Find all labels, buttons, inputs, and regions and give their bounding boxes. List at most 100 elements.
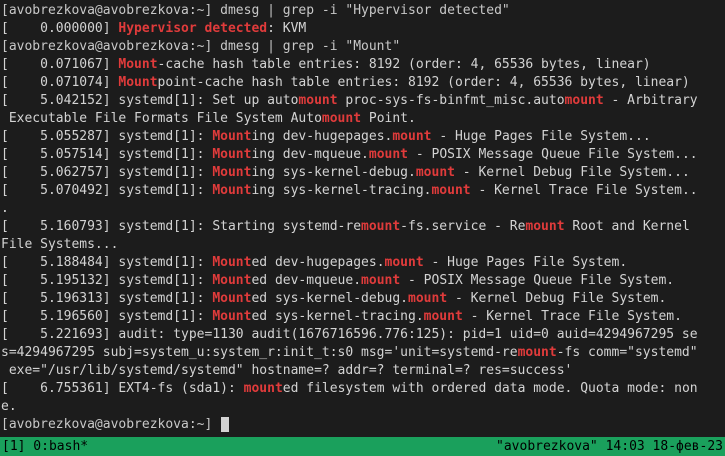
output-text: -fs.service - Re bbox=[400, 219, 526, 234]
output-text: [ 5.070492] systemd[1]: bbox=[1, 183, 213, 198]
shell-prompt: [avobrezkova@avobrezkova:~] bbox=[1, 417, 221, 432]
grep-match: mount bbox=[564, 93, 604, 108]
output-text: ed sys-kernel-tracing. bbox=[251, 309, 424, 324]
grep-match: mount bbox=[321, 111, 362, 126]
terminal-line: [ 0.071067] Mount-cache hash table entri… bbox=[0, 56, 725, 74]
output-text: - Arbitrary bbox=[603, 93, 698, 108]
terminal-line: [ 5.057514] systemd[1]: Mounting dev-mqu… bbox=[0, 146, 725, 164]
output-text: ing dev-mqueue. bbox=[251, 147, 369, 162]
terminal-line: [ 5.062757] systemd[1]: Mounting sys-ker… bbox=[0, 164, 725, 182]
output-text: Root and Kernel bbox=[564, 219, 690, 234]
output-text: [ 5.221693] audit: type=1130 audit(16767… bbox=[1, 327, 698, 342]
output-text: [ 5.057514] systemd[1]: bbox=[1, 147, 213, 162]
grep-match: Mount bbox=[212, 255, 252, 270]
grep-match: mount bbox=[368, 147, 409, 162]
output-text: - POSIX Message Queue File System... bbox=[408, 147, 698, 162]
output-text: [ 6.755361] EXT4-fs (sda1): bbox=[1, 381, 244, 396]
output-text: -fs comm="systemd" bbox=[556, 345, 698, 360]
terminal-line: [avobrezkova@avobrezkova:~] dmesg | grep… bbox=[0, 2, 725, 20]
terminal-output: [avobrezkova@avobrezkova:~] dmesg | grep… bbox=[0, 0, 725, 434]
tmux-window-list[interactable]: [1] 0:bash* bbox=[2, 437, 88, 456]
shell-prompt: [avobrezkova@avobrezkova:~] dmesg | grep… bbox=[1, 39, 401, 54]
output-text: [ 0.000000] bbox=[1, 21, 119, 36]
grep-match: mount bbox=[423, 309, 463, 324]
output-text: s=4294967295 subj=system_u:system_r:init… bbox=[1, 345, 518, 360]
grep-match: mount bbox=[517, 345, 557, 360]
terminal-line: . bbox=[0, 200, 725, 218]
output-text: [ 5.196313] systemd[1]: bbox=[1, 291, 213, 306]
tmux-status-bar: [1] 0:bash* "avobrezkova" 14:03 18-фев-2… bbox=[0, 437, 725, 456]
terminal-line: File Systems... bbox=[0, 236, 725, 254]
grep-match: Mount bbox=[118, 75, 158, 90]
grep-match: Mount bbox=[212, 165, 252, 180]
grep-match: Mount bbox=[212, 273, 252, 288]
grep-match: mount bbox=[431, 183, 471, 198]
shell-prompt: [avobrezkova@avobrezkova:~] dmesg | grep… bbox=[1, 3, 510, 18]
output-text: [ 5.195132] systemd[1]: bbox=[1, 273, 213, 288]
terminal-line: [ 6.755361] EXT4-fs (sda1): mounted file… bbox=[0, 380, 725, 398]
output-text: Executable File Formats File System Auto bbox=[1, 111, 322, 126]
cursor bbox=[221, 417, 230, 432]
output-text: - POSIX Message Queue File System. bbox=[400, 273, 675, 288]
terminal-line: Executable File Formats File System Auto… bbox=[0, 110, 725, 128]
output-text: ed sys-kernel-debug. bbox=[251, 291, 409, 306]
output-text: - Kernel Trace File System.. bbox=[470, 183, 698, 198]
grep-match: Mount bbox=[212, 147, 252, 162]
grep-match: mount bbox=[243, 381, 283, 396]
terminal-line: [ 0.071074] Mountpoint-cache hash table … bbox=[0, 74, 725, 92]
output-text: ed dev-mqueue. bbox=[251, 273, 362, 288]
grep-match: mount bbox=[525, 219, 565, 234]
output-text: [ 0.071074] bbox=[1, 75, 119, 90]
output-text: : KVM bbox=[267, 21, 307, 36]
output-text: ed dev-hugepages. bbox=[251, 255, 385, 270]
terminal-line: [avobrezkova@avobrezkova:~] dmesg | grep… bbox=[0, 38, 725, 56]
grep-match: Mount bbox=[212, 309, 252, 324]
output-text: ing dev-hugepages. bbox=[251, 129, 393, 144]
output-text: point-cache hash table entries: 8192 (or… bbox=[157, 75, 690, 90]
output-text: File Systems... bbox=[1, 237, 119, 252]
output-text: [ 5.055287] systemd[1]: bbox=[1, 129, 213, 144]
terminal-window[interactable]: [avobrezkova@avobrezkova:~] dmesg | grep… bbox=[0, 0, 725, 456]
output-text: [ 5.042152] systemd[1]: Set up auto bbox=[1, 93, 299, 108]
output-text: [ 5.188484] systemd[1]: bbox=[1, 255, 213, 270]
output-text: [ 5.160793] systemd[1]: Starting systemd… bbox=[1, 219, 362, 234]
output-text: - Kernel Debug File System... bbox=[454, 165, 690, 180]
output-text: e. bbox=[1, 399, 17, 414]
terminal-line: [ 5.055287] systemd[1]: Mounting dev-hug… bbox=[0, 128, 725, 146]
terminal-line: [ 5.188484] systemd[1]: Mounted dev-huge… bbox=[0, 254, 725, 272]
output-text: [ 5.196560] systemd[1]: bbox=[1, 309, 213, 324]
terminal-line: [ 5.070492] systemd[1]: Mounting sys-ker… bbox=[0, 182, 725, 200]
terminal-line: [ 5.160793] systemd[1]: Starting systemd… bbox=[0, 218, 725, 236]
output-text: ed filesystem with ordered data mode. Qu… bbox=[282, 381, 698, 396]
terminal-line: exe="/usr/lib/systemd/systemd" hostname=… bbox=[0, 362, 725, 380]
output-text: ing sys-kernel-debug. bbox=[251, 165, 416, 180]
grep-match: mount bbox=[408, 291, 448, 306]
output-text: - Kernel Debug File System. bbox=[447, 291, 667, 306]
terminal-line: e. bbox=[0, 398, 725, 416]
terminal-line: [ 5.196313] systemd[1]: Mounted sys-kern… bbox=[0, 290, 725, 308]
terminal-line: [ 0.000000] Hypervisor detected: KVM bbox=[0, 20, 725, 38]
grep-match: mount bbox=[298, 93, 338, 108]
output-text: . bbox=[1, 201, 9, 216]
output-text: -cache hash table entries: 8192 (order: … bbox=[157, 57, 651, 72]
terminal-line: [ 5.221693] audit: type=1130 audit(16767… bbox=[0, 326, 725, 344]
grep-match: Mount bbox=[118, 57, 158, 72]
grep-match: mount bbox=[415, 165, 455, 180]
output-text: [ 5.062757] systemd[1]: bbox=[1, 165, 213, 180]
terminal-line: [ 5.042152] systemd[1]: Set up automount… bbox=[0, 92, 725, 110]
grep-match: Mount bbox=[212, 291, 252, 306]
terminal-line: [ 5.195132] systemd[1]: Mounted dev-mque… bbox=[0, 272, 725, 290]
output-text: exe="/usr/lib/systemd/systemd" hostname=… bbox=[1, 363, 573, 378]
grep-match: mount bbox=[361, 219, 401, 234]
terminal-line: [avobrezkova@avobrezkova:~] bbox=[0, 416, 725, 434]
output-text: [ 0.071067] bbox=[1, 57, 119, 72]
output-text: - Kernel Trace File System. bbox=[462, 309, 682, 324]
output-text: - Huge Pages File System... bbox=[431, 129, 651, 144]
grep-match: Hypervisor detected bbox=[118, 21, 268, 36]
terminal-line: [ 5.196560] systemd[1]: Mounted sys-kern… bbox=[0, 308, 725, 326]
grep-match: Mount bbox=[212, 129, 252, 144]
output-text: Point. bbox=[361, 111, 416, 126]
terminal-line: s=4294967295 subj=system_u:system_r:init… bbox=[0, 344, 725, 362]
output-text: ing sys-kernel-tracing. bbox=[251, 183, 432, 198]
grep-match: mount bbox=[361, 273, 401, 288]
